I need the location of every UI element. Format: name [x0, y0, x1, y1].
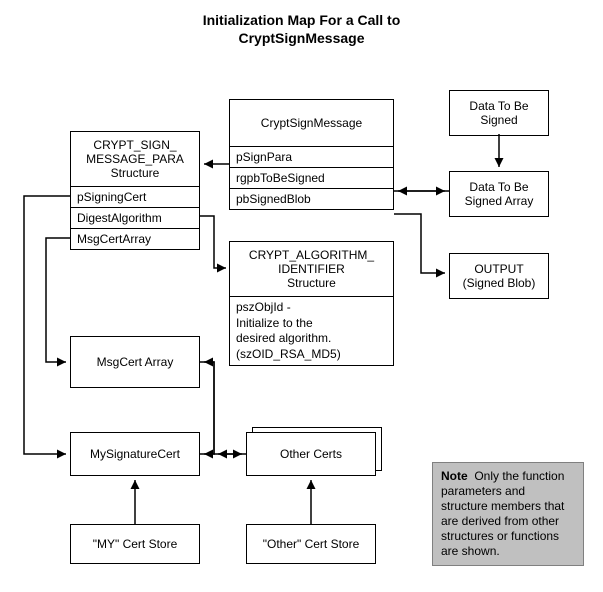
pbsignedblob-row: pbSignedBlob: [230, 188, 393, 209]
msgcert-array-box: MsgCert Array: [70, 336, 200, 388]
rgpbtobesigned-row: rgpbToBeSigned: [230, 167, 393, 188]
diagram-title: Initialization Map For a Call to CryptSi…: [0, 12, 603, 47]
cryptsignmessage-header: CryptSignMessage: [230, 100, 393, 146]
psignpara-row: pSignPara: [230, 146, 393, 167]
diagram-canvas: Initialization Map For a Call to CryptSi…: [0, 0, 603, 592]
data-to-be-signed-array-box: Data To Be Signed Array: [449, 171, 549, 217]
title-line1: Initialization Map For a Call to: [203, 12, 401, 28]
message-para-header: CRYPT_SIGN_ MESSAGE_PARA Structure: [71, 132, 199, 186]
output-box: OUTPUT (Signed Blob): [449, 253, 549, 299]
alg-id-body: pszObjId - Initialize to the desired alg…: [230, 296, 393, 365]
msgcertarray-row: MsgCertArray: [71, 228, 199, 249]
alg-id-box: CRYPT_ALGORITHM_ IDENTIFIER Structure ps…: [229, 241, 394, 366]
cryptsignmessage-box: CryptSignMessage pSignPara rgpbToBeSigne…: [229, 99, 394, 210]
psigningcert-row: pSigningCert: [71, 186, 199, 207]
my-cert-store-box: "MY" Cert Store: [70, 524, 200, 564]
title-line2: CryptSignMessage: [238, 30, 364, 46]
mysignaturecert-box: MySignatureCert: [70, 432, 200, 476]
message-para-box: CRYPT_SIGN_ MESSAGE_PARA Structure pSign…: [70, 131, 200, 250]
other-certs-box: Other Certs: [246, 432, 376, 476]
alg-id-header: CRYPT_ALGORITHM_ IDENTIFIER Structure: [230, 242, 393, 296]
note-label: Note: [441, 469, 468, 483]
digestalgorithm-row: DigestAlgorithm: [71, 207, 199, 228]
other-cert-store-box: "Other" Cert Store: [246, 524, 376, 564]
note-box: Note Only the function parameters and st…: [432, 462, 584, 566]
data-to-be-signed-box: Data To Be Signed: [449, 90, 549, 136]
